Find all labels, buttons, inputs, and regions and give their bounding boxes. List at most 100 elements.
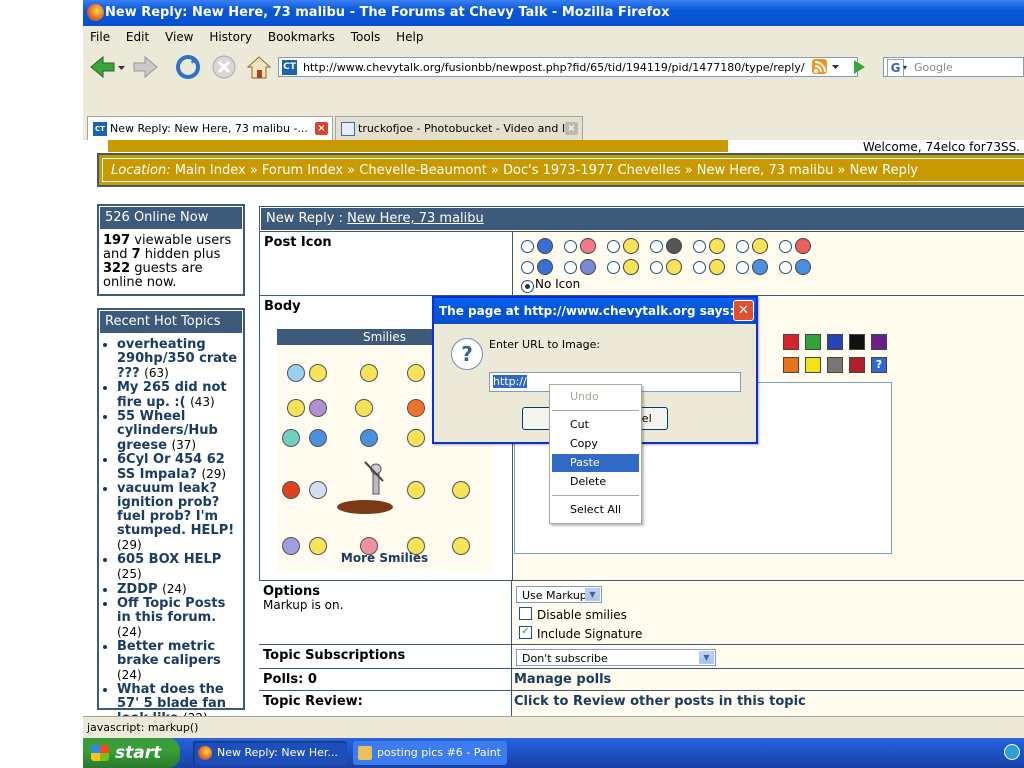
rss-feed-icon[interactable] [811, 58, 829, 84]
search-engine-dropdown-icon[interactable]: ▾ [903, 58, 907, 78]
breadcrumb-path[interactable]: Main Index » Forum Index » Chevelle-Beau… [175, 163, 918, 178]
post-icon-radio[interactable] [521, 240, 534, 253]
hot-topic-item[interactable]: My 265 did not fire up. :( (43) [117, 381, 239, 410]
menu-edit[interactable]: Edit [126, 30, 149, 44]
google-g-icon[interactable]: G [887, 59, 904, 77]
taskbar-firefox[interactable]: New Reply: New Her... [193, 741, 347, 765]
menu-item-delete[interactable]: Delete [552, 473, 639, 491]
site-nav-strip[interactable] [108, 140, 728, 152]
post-icon-radio[interactable] [564, 240, 577, 253]
tab-new-reply[interactable]: CT New Reply: New Here, 73 malibu -... × [87, 116, 333, 140]
post-icon-radio[interactable] [607, 261, 620, 274]
color-blue-button[interactable] [827, 334, 843, 350]
menu-item-paste[interactable]: Paste [552, 454, 639, 472]
menu-view[interactable]: View [165, 30, 193, 44]
smilie-icon[interactable] [309, 429, 327, 447]
no-icon-radio[interactable] [521, 280, 534, 293]
smilie-icon[interactable] [407, 481, 425, 499]
hot-topic-item[interactable]: ZDDP (24) [117, 582, 239, 597]
back-arrow-icon[interactable] [87, 54, 117, 80]
post-icon-radio[interactable] [693, 261, 706, 274]
post-icon-radio[interactable] [736, 240, 749, 253]
color-yellow-button[interactable] [805, 357, 821, 373]
review-posts-link[interactable]: Click to Review other posts in this topi… [514, 694, 806, 709]
more-smilies-link[interactable]: More Smilies [277, 551, 492, 565]
menu-item-select-all[interactable]: Select All [552, 501, 639, 519]
hot-topic-item[interactable]: vacuum leak? ignition prob? fuel prob? I… [117, 482, 239, 553]
color-orange-button[interactable] [783, 357, 799, 373]
hot-topic-title[interactable]: Better metric brake calipers [117, 639, 221, 668]
topic-link[interactable]: New Here, 73 malibu [347, 211, 484, 226]
tab-close-icon[interactable]: × [315, 122, 328, 135]
menu-bookmarks[interactable]: Bookmarks [268, 30, 335, 44]
hot-topic-title[interactable]: vacuum leak? ignition prob? fuel prob? I… [117, 481, 234, 538]
taskbar-paint[interactable]: posting pics #6 - Paint [353, 741, 507, 765]
url-dropdown-icon[interactable] [831, 60, 841, 86]
menu-tools[interactable]: Tools [351, 30, 381, 44]
reload-icon[interactable] [175, 54, 201, 80]
smilie-icon[interactable] [360, 429, 378, 447]
smilie-icon[interactable] [407, 364, 425, 382]
disable-smilies-checkbox[interactable] [519, 607, 532, 620]
hot-topic-item[interactable]: overheating 290hp/350 crate ??? (63) [117, 338, 239, 381]
post-icon-radio[interactable] [607, 240, 620, 253]
hot-topic-title[interactable]: overheating 290hp/350 crate ??? [117, 337, 237, 381]
color-darkred-button[interactable] [849, 357, 865, 373]
smilie-icon[interactable] [282, 481, 300, 499]
color-green-button[interactable] [805, 334, 821, 350]
post-icon-radio[interactable] [564, 261, 577, 274]
subscribe-select[interactable]: Don't subscribe ▼ [516, 649, 716, 666]
hot-topic-item[interactable]: What does the 57' 5 blade fan look like … [117, 682, 239, 717]
hot-topic-item[interactable]: Better metric brake calipers (24) [117, 640, 239, 683]
manage-polls-link[interactable]: Manage polls [514, 672, 611, 687]
markup-select[interactable]: Use Markup ▼ [516, 586, 602, 603]
color-purple-button[interactable] [871, 334, 887, 350]
go-arrow-icon[interactable] [849, 57, 869, 83]
hot-topic-item[interactable]: Off Topic Posts in this forum. (24) [117, 597, 239, 640]
smilie-icon[interactable] [355, 399, 373, 417]
hot-topic-title[interactable]: 605 BOX HELP [117, 552, 221, 567]
smilie-icon[interactable] [287, 399, 305, 417]
window-titlebar[interactable]: New Reply: New Here, 73 malibu - The For… [83, 0, 1024, 26]
smilie-icon[interactable] [452, 481, 470, 499]
hot-topic-title[interactable]: 55 Wheel cylinders/Hub greese [117, 409, 218, 453]
forward-arrow-icon[interactable] [131, 54, 161, 80]
hot-topic-title[interactable]: What does the 57' 5 blade fan look like [117, 682, 226, 717]
tab-close-icon[interactable]: × [565, 122, 578, 135]
smilie-icon[interactable] [407, 429, 425, 447]
menu-item-undo[interactable]: Undo [552, 388, 639, 406]
help-icon[interactable]: ? [871, 357, 887, 373]
hot-topic-item[interactable]: 605 BOX HELP (25) [117, 553, 239, 582]
tab-photobucket[interactable]: truckofjoe - Photobucket - Video and I..… [335, 116, 583, 140]
home-icon[interactable] [245, 54, 273, 80]
menu-help[interactable]: Help [396, 30, 423, 44]
network-tray-icon[interactable] [1004, 744, 1020, 760]
start-button[interactable]: start [83, 738, 180, 768]
color-gray-button[interactable] [827, 357, 843, 373]
post-icon-radio[interactable] [779, 240, 792, 253]
back-dropdown-icon[interactable] [117, 54, 127, 80]
hot-topic-title[interactable]: Off Topic Posts in this forum. [117, 596, 225, 625]
smilie-icon[interactable] [309, 364, 327, 382]
hot-topic-title[interactable]: ZDDP [117, 582, 158, 597]
close-icon[interactable]: ✕ [733, 300, 754, 321]
smilie-icon[interactable] [282, 429, 300, 447]
hot-topic-item[interactable]: 6Cyl Or 454 62 SS Impala? (29) [117, 453, 239, 482]
include-signature-checkbox[interactable]: ✓ [519, 626, 532, 639]
hot-topic-item[interactable]: 55 Wheel cylinders/Hub greese (37) [117, 410, 239, 453]
smilie-icon[interactable] [309, 399, 327, 417]
smilie-icon[interactable] [407, 399, 425, 417]
menu-item-copy[interactable]: Copy [552, 435, 639, 453]
menu-item-cut[interactable]: Cut [552, 416, 639, 434]
post-icon-radio[interactable] [650, 240, 663, 253]
post-icon-radio[interactable] [650, 261, 663, 274]
post-icon-radio[interactable] [779, 261, 792, 274]
smilie-icon[interactable] [287, 364, 305, 382]
address-bar[interactable]: CT http://www.chevytalk.org/fusionbb/new… [278, 57, 858, 77]
rifle-animal-smilie-icon[interactable] [335, 457, 397, 517]
menu-history[interactable]: History [209, 30, 252, 44]
menu-file[interactable]: File [90, 30, 110, 44]
stop-icon[interactable] [211, 54, 237, 80]
smilie-icon[interactable] [360, 364, 378, 382]
post-icon-radio[interactable] [736, 261, 749, 274]
